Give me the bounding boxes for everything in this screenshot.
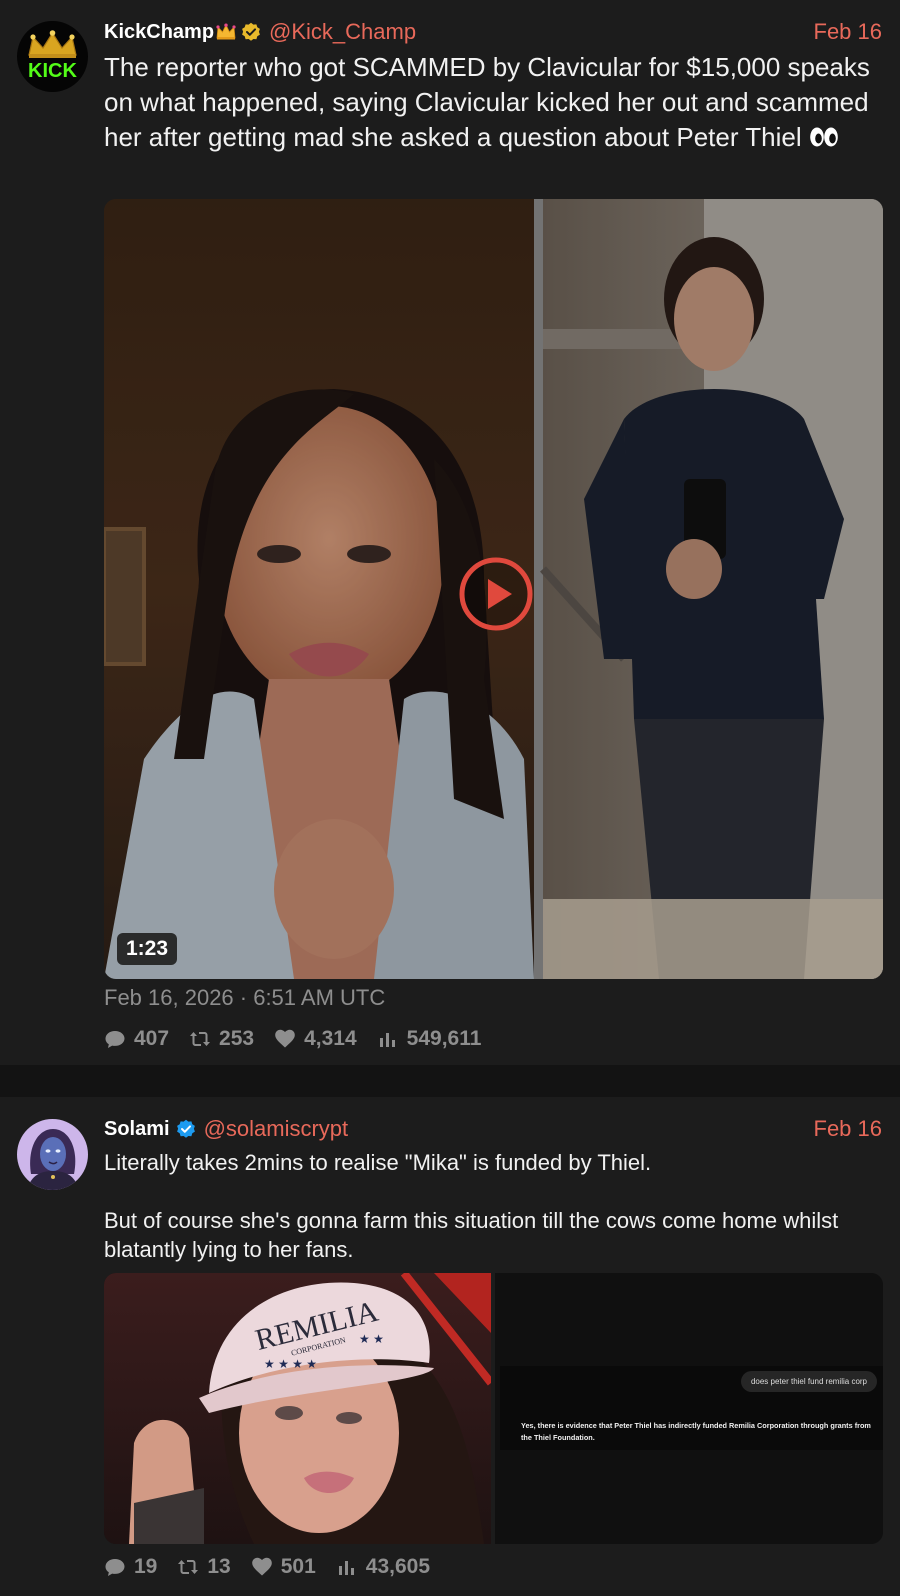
bar-chart-icon (338, 1561, 354, 1575)
kick-crown-logo: KICK (17, 21, 88, 92)
tweet-header: KickChamp @Kick_Champ Feb 16 (104, 17, 882, 47)
comment-icon (105, 1031, 125, 1048)
gold-verified-badge-icon (242, 22, 260, 41)
image-gallery[interactable]: REMILIA CORPORATION ★ ★ ★ ★ ★ ★ does pet… (104, 1273, 883, 1544)
tweet-text: The reporter who got SCAMMED by Clavicul… (104, 50, 870, 155)
retweet-count: 253 (219, 1027, 255, 1050)
chat-answer: Yes, there is evidence that Peter Thiel … (521, 1421, 871, 1442)
tweet-text: Literally takes 2mins to realise "Mika" … (104, 1148, 870, 1264)
solami-avatar-illustration (17, 1119, 88, 1190)
avatar-solami[interactable] (17, 1119, 88, 1190)
video-player[interactable]: 1:23 (104, 199, 883, 979)
retweet-stat[interactable]: 13 (177, 1555, 231, 1579)
retweet-count: 13 (207, 1555, 231, 1578)
tweet-text-paragraph: But of course she's gonna farm this situ… (104, 1208, 839, 1262)
like-count: 4,314 (304, 1027, 357, 1050)
views-stat[interactable]: 549,611 (377, 1027, 482, 1051)
eyes-emoji-icon (810, 127, 838, 147)
bar-chart-icon (379, 1033, 395, 1047)
avatar-kickchamp[interactable]: KICK (17, 21, 88, 92)
retweet-icon (190, 1032, 211, 1046)
tweet-stats: 19 13 501 43,605 (104, 1553, 450, 1581)
tweet-text-content: The reporter who got SCAMMED by Clavicul… (104, 52, 870, 152)
author-name[interactable]: Solami (104, 1118, 170, 1141)
tweet-date[interactable]: Feb 16 (814, 19, 883, 45)
video-duration: 1:23 (117, 933, 178, 965)
retweet-icon (178, 1560, 199, 1574)
author-handle[interactable]: @Kick_Champ (269, 19, 416, 45)
like-count: 501 (280, 1555, 316, 1578)
crown-emoji-icon (216, 23, 236, 40)
view-count: 549,611 (406, 1027, 482, 1050)
tweet-header: Solami @solamiscrypt Feb 16 (104, 1114, 882, 1144)
reply-count: 19 (134, 1555, 158, 1578)
blue-verified-badge-icon (176, 1119, 195, 1138)
tweet-date[interactable]: Feb 16 (814, 1116, 883, 1142)
retweet-stat[interactable]: 253 (189, 1027, 254, 1051)
chat-question: does peter thiel fund remilia corp (740, 1371, 877, 1392)
reply-stat[interactable]: 19 (104, 1555, 157, 1579)
reply-count: 407 (134, 1027, 170, 1050)
tweet-stats: 407 253 4,314 549,611 (104, 1025, 501, 1053)
svg-text:★ ★: ★ ★ (359, 1332, 384, 1346)
views-stat[interactable]: 43,605 (336, 1555, 430, 1579)
view-count: 43,605 (365, 1555, 430, 1578)
heart-icon (251, 1557, 272, 1576)
author-name[interactable]: KickChamp (104, 21, 214, 44)
comment-icon (105, 1559, 125, 1576)
reply-stat[interactable]: 407 (104, 1027, 169, 1051)
tweet-text-paragraph: Literally takes 2mins to realise "Mika" … (104, 1150, 652, 1175)
like-stat[interactable]: 4,314 (274, 1027, 357, 1051)
tweet-timestamp[interactable]: Feb 16, 2026 · 6:51 AM UTC (104, 985, 385, 1011)
play-button[interactable] (459, 557, 533, 631)
svg-text:★ ★ ★ ★: ★ ★ ★ ★ (264, 1357, 317, 1371)
chat-screenshot[interactable]: does peter thiel fund remilia corp Yes, … (500, 1366, 883, 1450)
svg-text:KICK: KICK (28, 60, 77, 82)
author-handle[interactable]: @solamiscrypt (204, 1116, 349, 1142)
like-stat[interactable]: 501 (251, 1555, 316, 1579)
heart-icon (275, 1029, 295, 1048)
